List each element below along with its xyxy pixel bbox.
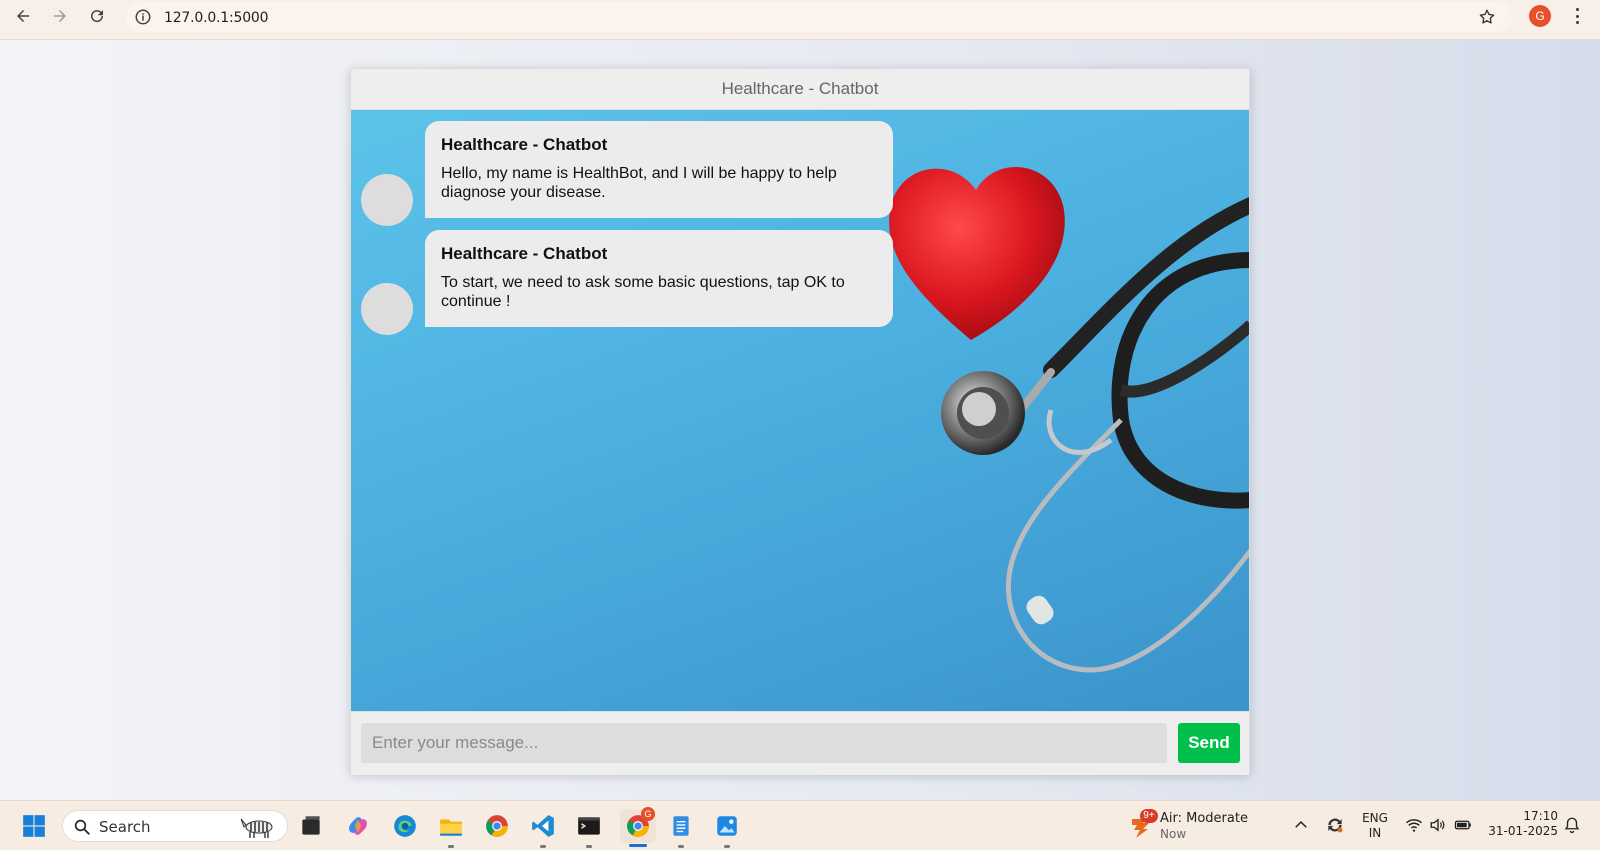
taskbar: Search G 9+ Air: Moderate Now ENG IN 17:…: [0, 800, 1600, 850]
notepad-icon[interactable]: [666, 811, 696, 848]
back-arrow-icon[interactable]: [12, 5, 34, 27]
reload-icon[interactable]: [86, 5, 108, 27]
message-sender: Healthcare - Chatbot: [441, 244, 608, 263]
chat-window: Healthcare - Chatbot Healthcare - Chatbo…: [350, 68, 1250, 775]
weather-subtitle: Now: [1160, 827, 1187, 841]
chat-message: Healthcare - Chatbot To start, we need t…: [361, 230, 893, 335]
windows-start-icon[interactable]: [19, 811, 49, 841]
notification-bell-icon[interactable]: [1563, 816, 1581, 834]
bot-avatar: [361, 174, 413, 226]
battery-icon[interactable]: [1454, 816, 1472, 834]
chat-messages-area[interactable]: Healthcare - Chatbot Hello, my name is H…: [351, 110, 1249, 711]
sync-icon[interactable]: [1325, 815, 1345, 835]
message-text: Hello, my name is HealthBot, and I will …: [441, 165, 837, 201]
chat-title: Healthcare - Chatbot: [351, 69, 1249, 110]
running-indicator: [724, 845, 730, 848]
language-indicator[interactable]: ENG IN: [1360, 811, 1390, 841]
running-indicator: [540, 845, 546, 848]
profile-avatar[interactable]: G: [1529, 5, 1551, 27]
send-button[interactable]: Send: [1178, 723, 1240, 763]
url-text[interactable]: 127.0.0.1:5000: [164, 10, 269, 26]
zebra-icon: [240, 818, 273, 838]
bot-avatar: [361, 283, 413, 335]
running-indicator: [678, 845, 684, 848]
address-bar[interactable]: 127.0.0.1:5000: [126, 2, 1512, 32]
clock[interactable]: 17:10 31-01-2025: [1488, 809, 1558, 839]
task-view-icon[interactable]: [296, 811, 326, 841]
active-indicator: [629, 844, 647, 847]
search-icon: [74, 819, 90, 835]
chrome-icon[interactable]: [482, 811, 512, 841]
browser-menu-icon[interactable]: [1572, 6, 1582, 26]
chat-message: Healthcare - Chatbot Hello, my name is H…: [361, 121, 893, 226]
message-sender: Healthcare - Chatbot: [441, 135, 608, 154]
running-indicator: [586, 845, 592, 848]
message-text: To start, we need to ask some basic ques…: [441, 274, 845, 310]
chat-input-bar: Send: [351, 711, 1249, 775]
message-input[interactable]: [361, 723, 1167, 763]
volume-icon[interactable]: [1429, 816, 1447, 834]
language-line2: IN: [1368, 826, 1382, 840]
edge-icon[interactable]: [390, 811, 420, 841]
forward-arrow-icon[interactable]: [49, 5, 71, 27]
file-explorer-icon[interactable]: [436, 811, 466, 848]
taskbar-search[interactable]: Search: [62, 810, 288, 842]
search-label: Search: [99, 818, 151, 836]
weather-title: Air: Moderate: [1160, 811, 1248, 826]
message-bubble: Healthcare - Chatbot To start, we need t…: [425, 230, 893, 327]
clock-date: 31-01-2025: [1488, 824, 1558, 838]
photos-icon[interactable]: [712, 811, 742, 848]
copilot-icon[interactable]: [343, 811, 373, 841]
site-info-icon[interactable]: [134, 8, 152, 26]
chrome-profile-icon[interactable]: G: [620, 807, 656, 847]
chrome-profile-badge: G: [641, 807, 655, 821]
language-line1: ENG: [1362, 811, 1388, 825]
clock-time: 17:10: [1523, 809, 1558, 823]
message-bubble: Healthcare - Chatbot Hello, my name is H…: [425, 121, 893, 218]
terminal-icon[interactable]: [574, 811, 604, 848]
chevron-up-icon[interactable]: [1292, 816, 1310, 834]
weather-badge: 9+: [1140, 809, 1158, 823]
browser-toolbar: 127.0.0.1:5000 G: [0, 0, 1600, 40]
running-indicator: [448, 845, 454, 848]
vscode-icon[interactable]: [528, 811, 558, 848]
wifi-icon[interactable]: [1405, 816, 1423, 834]
bookmark-star-icon[interactable]: [1478, 8, 1496, 26]
